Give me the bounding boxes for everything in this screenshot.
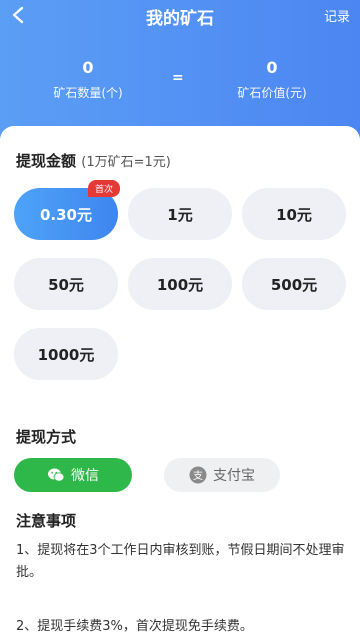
amount-option-10[interactable]: 10元 bbox=[242, 188, 346, 240]
page-title: 我的矿石 bbox=[146, 9, 214, 29]
content-card: 提现金额 (1万矿石=1元) 0.30元 首次 1元 10元 50元 100元 … bbox=[0, 126, 360, 640]
amount-label: 100元 bbox=[156, 275, 204, 294]
withdraw-amount-label: 提现金额 bbox=[16, 152, 77, 170]
amount-label: 1元 bbox=[167, 205, 193, 224]
withdraw-amount-title: 提现金额 (1万矿石=1元) bbox=[16, 150, 171, 171]
first-time-badge: 首次 bbox=[87, 180, 120, 197]
wechat-label: 微信 bbox=[71, 468, 99, 484]
svg-text:支: 支 bbox=[193, 470, 203, 482]
equals-sign: = bbox=[172, 70, 184, 86]
amount-label: 500元 bbox=[270, 275, 318, 294]
ore-value-stat: 0 矿石价值(元) bbox=[212, 58, 332, 101]
ore-count-stat: 0 矿石数量(个) bbox=[28, 58, 148, 101]
amount-option-500[interactable]: 500元 bbox=[242, 258, 346, 310]
alipay-icon: 支 bbox=[189, 466, 207, 484]
amount-label: 1000元 bbox=[37, 345, 95, 364]
amount-option-50[interactable]: 50元 bbox=[14, 258, 118, 310]
header: 我的矿石 记录 0 矿石数量(个) = 0 矿石价值(元) bbox=[0, 0, 360, 140]
amount-option-0-30[interactable]: 0.30元 首次 bbox=[14, 180, 120, 240]
note-item-1: 1、提现将在3个工作日内审核到账，节假日期间不处理审批。 bbox=[16, 543, 345, 580]
amount-label: 10元 bbox=[276, 205, 312, 224]
amount-label: 0.30元 bbox=[39, 205, 92, 224]
wechat-pay-option[interactable]: 微信 bbox=[14, 458, 132, 492]
ore-value-value: 0 bbox=[266, 58, 278, 77]
ore-value-label: 矿石价值(元) bbox=[237, 86, 307, 100]
ore-count-value: 0 bbox=[82, 58, 94, 77]
amount-option-100[interactable]: 100元 bbox=[128, 258, 232, 310]
wechat-icon bbox=[48, 468, 65, 482]
exchange-rate: (1万矿石=1元) bbox=[81, 155, 171, 170]
amount-option-1000[interactable]: 1000元 bbox=[14, 328, 118, 380]
withdraw-method-title: 提现方式 bbox=[16, 428, 77, 446]
amount-option-1[interactable]: 1元 bbox=[128, 188, 232, 240]
ore-count-label: 矿石数量(个) bbox=[53, 86, 123, 100]
alipay-label: 支付宝 bbox=[213, 468, 255, 484]
alipay-option[interactable]: 支 支付宝 bbox=[164, 458, 280, 492]
records-link[interactable]: 记录 bbox=[324, 6, 350, 25]
notes-title: 注意事项 bbox=[16, 512, 77, 530]
note-item-2: 2、提现手续费3%，首次提现免手续费。 bbox=[16, 619, 253, 634]
amount-label: 50元 bbox=[48, 275, 84, 294]
